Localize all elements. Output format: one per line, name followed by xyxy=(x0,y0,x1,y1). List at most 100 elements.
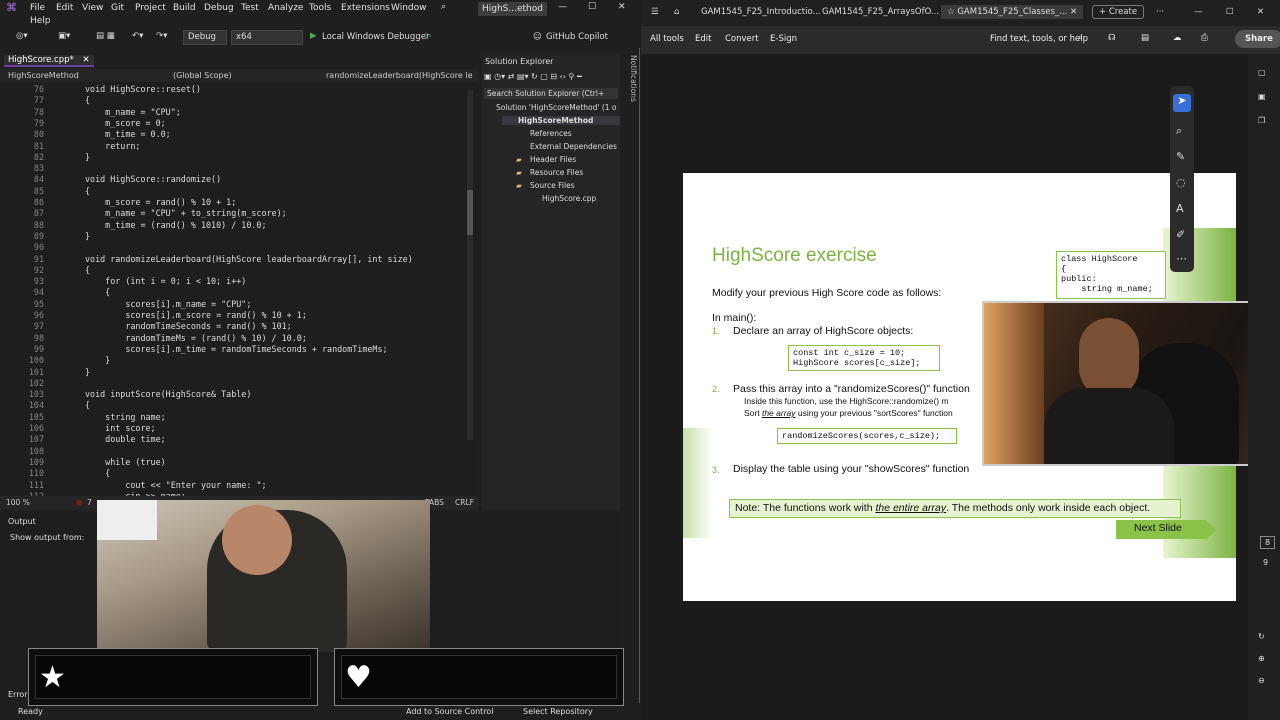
minimize-icon[interactable]: — xyxy=(558,2,567,12)
code-line[interactable]: m_score = 0; xyxy=(85,118,166,128)
code-line[interactable]: { xyxy=(85,400,90,410)
menu-extensions[interactable]: Extensions xyxy=(341,3,390,13)
code-line[interactable]: void randomizeLeaderboard(HighScore lead… xyxy=(85,254,413,264)
code-line[interactable]: { xyxy=(85,186,90,196)
copilot-icon[interactable]: ☺ xyxy=(533,32,542,42)
document-tab-highscore[interactable]: HighScore.cpp* ✕ xyxy=(4,55,94,67)
menu-window[interactable]: Window xyxy=(391,3,427,13)
menu-test[interactable]: Test xyxy=(241,3,259,13)
bookmark-icon[interactable]: ▣ xyxy=(1258,92,1266,101)
comment-icon[interactable]: ▢ xyxy=(1258,68,1266,77)
se-item-source-files[interactable]: Source Files xyxy=(530,181,575,190)
code-line[interactable]: { xyxy=(85,265,90,275)
code-editor[interactable]: 76 void HighScore::reset() 77{78 m_name = … xyxy=(0,82,478,496)
se-project[interactable]: HighScoreMethod xyxy=(502,116,620,125)
code-line[interactable]: { xyxy=(85,468,110,478)
select-repository-button[interactable]: Select Repository xyxy=(523,707,593,716)
code-line[interactable]: } xyxy=(85,367,90,377)
platform-dropdown[interactable]: x64 xyxy=(231,30,303,45)
editor-scrollbar[interactable] xyxy=(467,90,473,440)
tool-edit[interactable]: Edit xyxy=(695,34,711,44)
zoom-in-icon[interactable]: ⊕ xyxy=(1258,654,1265,663)
code-line[interactable]: for (int i = 0; i < 10; i++) xyxy=(85,276,246,286)
refresh-icon[interactable]: ↻ xyxy=(1258,632,1265,641)
pdf-tab-1[interactable]: GAM1545_F25_Introductio... xyxy=(701,7,821,17)
tool-convert[interactable]: Convert xyxy=(725,34,759,44)
menu-debug[interactable]: Debug xyxy=(204,3,234,13)
pdf-tab-2[interactable]: GAM1545_F25_ArraysOfO... xyxy=(822,7,939,17)
se-item-resource-files[interactable]: Resource Files xyxy=(530,168,583,177)
code-line[interactable]: scores[i].m_score = rand() % 10 + 1; xyxy=(85,310,307,320)
menu-git[interactable]: Git xyxy=(111,3,124,13)
tool-esign[interactable]: E-Sign xyxy=(770,34,797,44)
code-line[interactable]: cout << "Enter your name: "; xyxy=(85,480,266,490)
home-icon[interactable]: ⌂ xyxy=(674,7,679,17)
code-line[interactable]: double time; xyxy=(85,434,166,444)
sign-icon[interactable]: ✐ xyxy=(1176,228,1185,241)
code-line[interactable]: randomTimeMs = (rand() % 10) / 10.0; xyxy=(85,333,307,343)
more-tools-icon[interactable]: ⋯ xyxy=(1176,252,1187,265)
play-icon[interactable]: ▶ xyxy=(310,31,317,41)
nav-member[interactable]: randomizeLeaderboard(HighScore le xyxy=(326,71,473,80)
menu-help[interactable]: Help xyxy=(30,16,51,26)
menu-project[interactable]: Project xyxy=(135,3,166,13)
copilot-button[interactable]: GitHub Copilot xyxy=(546,32,608,42)
code-line[interactable]: m_name = "CPU" + to_string(m_score); xyxy=(85,208,287,218)
line-ending[interactable]: CRLF xyxy=(455,498,474,507)
error-count[interactable]: 7 xyxy=(87,498,92,507)
back-icon[interactable]: ◎▾ xyxy=(16,31,28,41)
se-item-references[interactable]: References xyxy=(530,129,572,138)
zoom-out-icon[interactable]: ⊖ xyxy=(1258,676,1265,685)
tool-all-tools[interactable]: All tools xyxy=(650,34,684,44)
headphones-icon[interactable]: ☊ xyxy=(1108,33,1116,43)
menu-file[interactable]: File xyxy=(30,3,45,13)
se-item-header-files[interactable]: Header Files xyxy=(530,155,576,164)
code-line[interactable]: } xyxy=(85,231,90,241)
page-number-current[interactable]: 8 xyxy=(1260,536,1276,549)
code-line[interactable]: { xyxy=(85,287,110,297)
se-item-external-deps[interactable]: External Dependencies xyxy=(530,142,617,151)
code-line[interactable]: { xyxy=(85,95,90,105)
menu-analyze[interactable]: Analyze xyxy=(268,3,303,13)
close-tab-icon[interactable]: ✕ xyxy=(82,55,89,65)
pages-icon[interactable]: ❐ xyxy=(1258,116,1265,125)
error-icon[interactable]: ⊗ xyxy=(76,498,82,507)
undo-icon[interactable]: ↶▾ xyxy=(132,31,143,41)
pdf-tab-3-active[interactable]: ☆ GAM1545_F25_Classes_... ✕ xyxy=(941,5,1084,19)
print-icon[interactable]: ⎙ xyxy=(1201,33,1208,43)
nav-scope[interactable]: (Global Scope) xyxy=(173,71,232,80)
more-icon[interactable]: ··· xyxy=(1156,7,1164,17)
close-icon[interactable]: ✕ xyxy=(1257,7,1264,17)
find-input[interactable]: Find text, tools, or help xyxy=(990,34,1088,44)
se-toolbar-icons[interactable]: ▣ ◷▾ ⇄ ▤▾ ↻ ▢ ⊟ ‹› ⚲ ━ xyxy=(484,72,582,81)
se-item-highscore-cpp[interactable]: HighScore.cpp xyxy=(542,194,596,203)
upload-icon[interactable]: ☁ xyxy=(1173,33,1182,43)
code-line[interactable]: m_score = rand() % 10 + 1; xyxy=(85,197,236,207)
share-button[interactable]: Share xyxy=(1235,30,1280,48)
nav-project[interactable]: HighScoreMethod xyxy=(8,71,79,80)
start-debugger-button[interactable]: Local Windows Debugger xyxy=(322,32,429,42)
add-source-control-button[interactable]: Add to Source Control xyxy=(406,707,494,716)
code-line[interactable]: } xyxy=(85,152,90,162)
se-solution[interactable]: Solution 'HighScoreMethod' (1 o xyxy=(496,103,617,112)
create-button[interactable]: + Create xyxy=(1092,5,1145,19)
notifications-tab[interactable]: Notifications xyxy=(622,55,638,510)
search-icon[interactable]: ⌕ xyxy=(441,2,446,12)
menu-edit[interactable]: Edit xyxy=(56,3,73,13)
redo-icon[interactable]: ↷▾ xyxy=(156,31,167,41)
menu-tools[interactable]: Tools xyxy=(309,3,331,13)
text-select-icon[interactable]: A xyxy=(1176,202,1184,215)
code-line[interactable]: scores[i].m_name = "CPU"; xyxy=(85,299,251,309)
menu-view[interactable]: View xyxy=(82,3,103,13)
new-file-icon[interactable]: ▣▾ xyxy=(58,31,70,41)
code-line[interactable]: string name; xyxy=(85,412,166,422)
save-all-icon[interactable]: ▤ ▦ xyxy=(96,31,115,41)
zoom-level[interactable]: 100 % xyxy=(6,498,30,507)
code-line[interactable]: m_time = 0.0; xyxy=(85,129,171,139)
next-slide-button[interactable]: Next Slide xyxy=(1116,520,1206,539)
code-line[interactable]: void inputScore(HighScore& Table) xyxy=(85,389,251,399)
config-dropdown[interactable]: Debug xyxy=(183,30,227,45)
save-icon[interactable]: ▤ xyxy=(1141,33,1149,43)
code-line[interactable]: while (true) xyxy=(85,457,166,467)
menu-build[interactable]: Build xyxy=(173,3,196,13)
